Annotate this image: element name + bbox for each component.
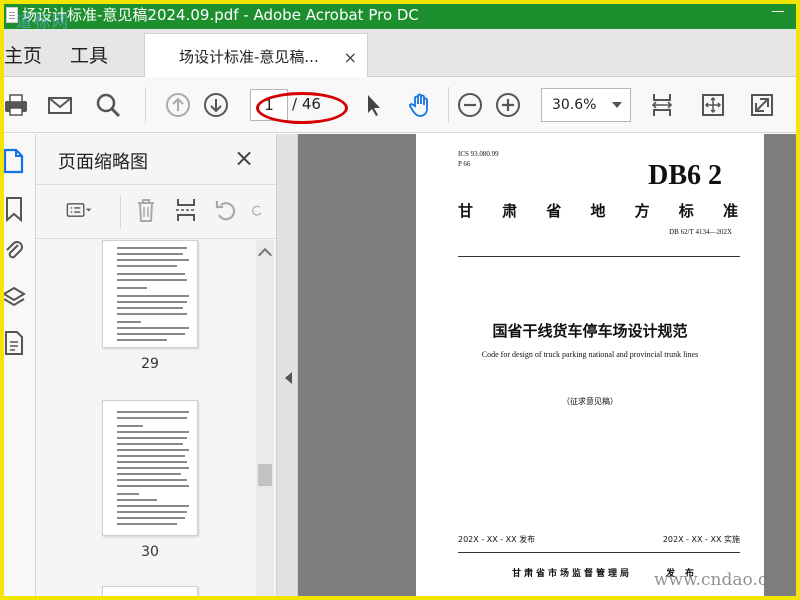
close-tab-icon[interactable]: × xyxy=(344,48,357,67)
zoom-value: 30.6% xyxy=(552,97,597,113)
thumbnail-panel: 页面缩略图 × 29 30 xyxy=(36,134,276,600)
document-title-english: Code for design of truck parking nationa… xyxy=(481,350,699,359)
minimize-button[interactable] xyxy=(772,11,784,12)
tab-home[interactable]: 主页 xyxy=(4,41,42,68)
panel-splitter[interactable] xyxy=(276,134,298,600)
standard-number: DB 62/T 4134—202X xyxy=(669,228,732,236)
layers-icon[interactable] xyxy=(2,284,26,310)
mail-icon[interactable] xyxy=(46,91,74,119)
watermark-bottom-right: www.cndao.c xyxy=(654,570,768,590)
document-tab-label: 场设计标准-意见稿... xyxy=(179,48,319,66)
divider xyxy=(36,184,276,185)
divider xyxy=(458,552,740,553)
zoom-select[interactable]: 30.6% xyxy=(541,88,631,122)
navigation-rail xyxy=(0,134,36,600)
thumbnail-page[interactable] xyxy=(102,240,198,348)
rotate-right-icon[interactable] xyxy=(250,196,264,224)
province-standard-heading: 甘 肃 省 地 方 标 准 xyxy=(458,200,738,221)
next-page-icon[interactable] xyxy=(202,91,230,119)
options-menu-icon[interactable] xyxy=(60,196,98,224)
page-thumbnails-icon[interactable] xyxy=(2,148,26,174)
close-icon[interactable]: × xyxy=(234,144,254,172)
title-bar: 场设计标准-意见稿2024.09.pdf - Adobe Acrobat Pro… xyxy=(0,0,800,29)
scroll-thumb[interactable] xyxy=(258,464,272,486)
toolbar-divider xyxy=(120,196,121,228)
search-icon[interactable] xyxy=(94,91,122,119)
zoom-out-icon[interactable] xyxy=(456,91,484,119)
thumbnail-scrollbar[interactable] xyxy=(256,240,274,600)
divider xyxy=(458,256,740,257)
bookmark-icon[interactable] xyxy=(2,196,26,223)
ics-code: ICS 93.080.99 xyxy=(458,150,499,158)
db-code: DB6 2 xyxy=(648,160,722,191)
heading-char: 准 xyxy=(722,202,738,220)
heading-char: 甘 xyxy=(458,202,474,220)
select-arrow-icon[interactable] xyxy=(360,91,388,119)
chevron-down-icon xyxy=(612,102,622,108)
publisher: 甘肃省市场监督管理局 xyxy=(512,569,633,579)
delete-icon[interactable] xyxy=(132,196,160,224)
thumbnail-page[interactable] xyxy=(102,586,198,600)
thumbnail-page-number: 30 xyxy=(141,544,159,560)
rotate-left-icon[interactable] xyxy=(212,196,240,224)
print-icon[interactable] xyxy=(2,91,30,119)
panel-title: 页面缩略图 xyxy=(58,152,148,173)
thumbnail-toolbar xyxy=(36,186,276,238)
heading-char: 省 xyxy=(546,202,562,220)
zoom-in-icon[interactable] xyxy=(494,91,522,119)
insert-page-icon[interactable] xyxy=(172,196,200,224)
heading-char: 标 xyxy=(678,202,694,220)
red-annotation-ellipse xyxy=(256,92,348,124)
collapse-panel-icon[interactable] xyxy=(285,372,292,384)
window-title: 场设计标准-意见稿2024.09.pdf - Adobe Acrobat Pro… xyxy=(22,6,419,24)
heading-char: 地 xyxy=(590,202,606,220)
issue-date: 202X - XX - XX 发布 xyxy=(458,535,536,544)
pdf-page: ICS 93.080.99 P 66 DB6 2 甘 肃 省 地 方 标 准 D… xyxy=(416,134,764,600)
divider xyxy=(36,238,276,239)
heading-char: 方 xyxy=(634,202,650,220)
prev-page-icon[interactable] xyxy=(164,91,192,119)
document-properties-icon[interactable] xyxy=(2,330,26,356)
tab-tools[interactable]: 工具 xyxy=(70,41,108,68)
scroll-up-icon[interactable] xyxy=(257,247,273,263)
document-view[interactable]: ICS 93.080.99 P 66 DB6 2 甘 肃 省 地 方 标 准 D… xyxy=(298,134,800,600)
fit-page-icon[interactable] xyxy=(648,91,676,119)
document-title: 国省干线货车停车场设计规范 xyxy=(492,322,688,340)
toolbar-divider xyxy=(145,87,146,123)
tab-bar: 主页 工具 场设计标准-意见稿... × xyxy=(0,29,800,78)
document-tab[interactable]: 场设计标准-意见稿... × xyxy=(144,33,368,78)
fit-width-icon[interactable] xyxy=(699,91,727,119)
toolbar-divider xyxy=(448,87,449,123)
heading-char: 肃 xyxy=(502,202,518,220)
thumbnail-page-number: 29 xyxy=(141,356,159,372)
toolbar: 1 / 46 30.6% xyxy=(0,77,800,133)
fullscreen-icon[interactable] xyxy=(748,91,776,119)
implementation-date: 202X - XX - XX 实施 xyxy=(662,535,740,544)
thumbnail-page[interactable] xyxy=(102,400,198,536)
attachment-icon[interactable] xyxy=(2,238,26,264)
p-code: P 66 xyxy=(458,160,471,168)
hand-tool-icon[interactable] xyxy=(406,91,434,119)
draft-label: （征求意见稿） xyxy=(562,397,618,406)
watermark-top-left: 道标网 xyxy=(16,12,71,31)
